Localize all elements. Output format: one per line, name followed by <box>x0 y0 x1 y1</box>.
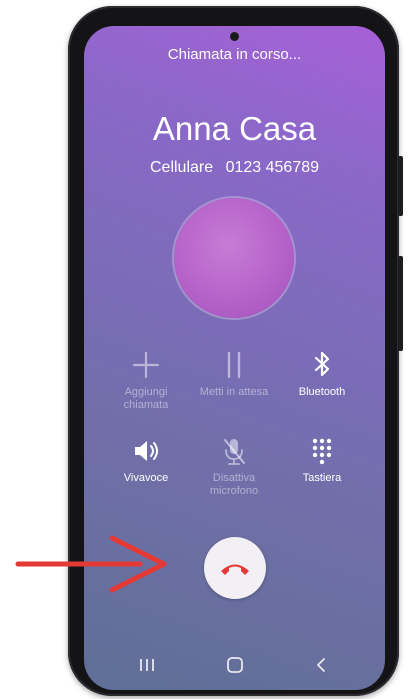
phone-side-button <box>398 156 403 216</box>
add-call-label: Aggiungi chiamata <box>123 386 169 411</box>
red-arrow-annotation <box>15 535 167 593</box>
page: Chiamata in corso... Anna Casa Cellulare… <box>0 0 408 699</box>
end-call-button[interactable] <box>204 537 266 599</box>
back-icon <box>317 658 325 672</box>
speaker-icon <box>101 434 191 468</box>
home-button[interactable] <box>220 652 250 678</box>
bluetooth-icon <box>277 348 367 382</box>
hold-label: Metti in attesa <box>199 386 269 398</box>
pause-icon <box>189 348 279 382</box>
back-button[interactable] <box>306 652 336 678</box>
keypad-icon <box>277 434 367 468</box>
recent-apps-icon <box>140 659 154 671</box>
speaker-label: Vivavoce <box>123 472 169 484</box>
phone-number: 0123 456789 <box>225 159 320 176</box>
keypad-button[interactable]: Tastiera <box>277 434 367 485</box>
keypad-label: Tastiera <box>302 472 342 484</box>
add-call-button[interactable]: Aggiungi chiamata <box>101 348 191 412</box>
phone-side-button <box>398 256 403 351</box>
mic-off-icon <box>189 434 279 468</box>
end-call-icon <box>221 564 249 575</box>
front-camera <box>230 32 239 41</box>
mute-label: Disattiva microfono <box>209 472 259 497</box>
home-icon <box>227 657 243 673</box>
number-type: Cellulare <box>149 159 214 176</box>
recent-apps-button[interactable] <box>132 652 162 678</box>
bluetooth-button[interactable]: Bluetooth <box>277 348 367 399</box>
speaker-button[interactable]: Vivavoce <box>101 434 191 485</box>
contact-avatar <box>174 198 294 318</box>
hold-button[interactable]: Metti in attesa <box>189 348 279 399</box>
mute-button[interactable]: Disattiva microfono <box>189 434 279 498</box>
plus-icon <box>101 348 191 382</box>
caller-name: Anna Casa <box>152 110 317 147</box>
caller-number-line: Cellulare 0123 456789 <box>84 159 385 177</box>
bluetooth-label: Bluetooth <box>298 386 346 398</box>
call-status: Chiamata in corso... <box>167 46 302 63</box>
navigation-bar <box>84 640 385 690</box>
